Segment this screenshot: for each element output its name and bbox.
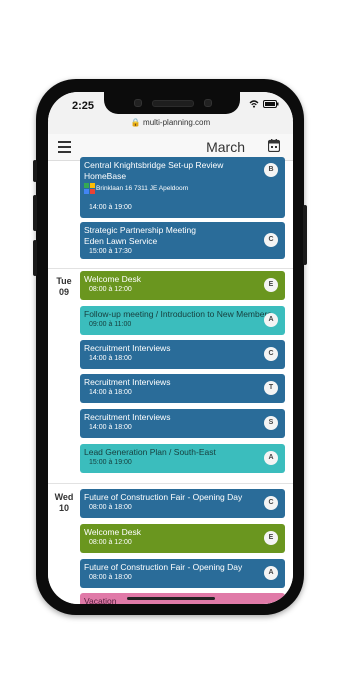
system-icons xyxy=(249,100,279,108)
event-title: Strategic Partnership Meeting xyxy=(84,225,196,235)
day-separator xyxy=(48,483,293,484)
event-title: Recruitment Interviews xyxy=(84,377,171,387)
event-time: 15:00 à 19:00 xyxy=(89,459,132,466)
calendar-icon[interactable] xyxy=(268,139,280,152)
event-time: 08:00 à 18:00 xyxy=(89,504,132,511)
day-date: 10 xyxy=(58,503,69,513)
day-label-wed: Wed 10 xyxy=(52,492,76,514)
wifi-icon xyxy=(249,100,259,108)
event-title: Future of Construction Fair - Opening Da… xyxy=(84,492,243,502)
phone-side-button xyxy=(33,160,37,182)
event-badge: E xyxy=(264,278,278,292)
event-card[interactable]: Central Knightsbridge Set-up Review Home… xyxy=(80,157,285,218)
event-title: Recruitment Interviews xyxy=(84,343,171,353)
hamburger-menu-icon[interactable] xyxy=(58,141,71,153)
event-badge: A xyxy=(264,313,278,327)
event-badge: C xyxy=(264,496,278,510)
speaker-grille xyxy=(152,100,194,107)
agenda-list: Tue 09 Wed 10 Central Knightsbridge Set-… xyxy=(48,157,293,604)
url-text: multi-planning.com xyxy=(143,118,211,127)
event-badge: B xyxy=(264,163,278,177)
event-subtitle: Eden Lawn Service xyxy=(84,236,158,246)
lock-icon: 🔒 xyxy=(130,118,141,127)
event-title: Recruitment Interviews xyxy=(84,412,171,422)
event-badge: A xyxy=(264,451,278,465)
event-time: 14:00 à 18:00 xyxy=(89,424,132,431)
event-card[interactable]: Recruitment Interviews 14:00 à 18:00 S xyxy=(80,409,285,438)
event-badge: A xyxy=(264,566,278,580)
event-badge: C xyxy=(264,347,278,361)
event-badge: T xyxy=(264,381,278,395)
event-location: Brinklaan 16 7311 JE Apeldoorn xyxy=(96,185,189,192)
event-card[interactable]: Follow-up meeting / Introduction to New … xyxy=(80,306,285,335)
event-title: Vacation xyxy=(84,596,117,604)
event-time: 15:00 à 17:30 xyxy=(89,248,132,255)
event-time: 08:00 à 18:00 xyxy=(89,574,132,581)
event-time: 09:00 à 11:00 xyxy=(89,321,132,328)
phone-screen: 2:25 🔒 multi-planning.com March Tue 09 W… xyxy=(48,92,293,604)
front-camera-icon xyxy=(134,99,142,107)
map-pin-icon xyxy=(84,183,95,194)
event-card[interactable]: Strategic Partnership Meeting Eden Lawn … xyxy=(80,222,285,259)
event-title: Welcome Desk xyxy=(84,274,141,284)
event-time: 14:00 à 18:00 xyxy=(89,355,132,362)
event-card[interactable]: Welcome Desk 08:00 à 12:00 E xyxy=(80,524,285,553)
event-card[interactable]: Lead Generation Plan / South-East 15:00 … xyxy=(80,444,285,473)
battery-icon xyxy=(263,100,279,108)
event-subtitle: HomeBase xyxy=(84,171,127,181)
event-title: Central Knightsbridge Set-up Review xyxy=(84,160,224,170)
event-time: 14:00 à 19:00 xyxy=(89,204,132,211)
event-card[interactable]: Recruitment Interviews 14:00 à 18:00 C xyxy=(80,340,285,369)
event-title: Follow-up meeting / Introduction to New … xyxy=(84,309,272,319)
event-title: Welcome Desk xyxy=(84,527,141,537)
status-time: 2:25 xyxy=(72,100,95,112)
event-time: 08:00 à 12:00 xyxy=(89,286,132,293)
event-card[interactable]: Welcome Desk 08:00 à 12:00 E xyxy=(80,271,285,300)
day-separator xyxy=(48,268,293,269)
event-badge: S xyxy=(264,416,278,430)
event-time: 14:00 à 18:00 xyxy=(89,389,132,396)
event-badge: E xyxy=(264,531,278,545)
browser-url-bar[interactable]: 🔒 multi-planning.com xyxy=(48,114,293,132)
day-date: 09 xyxy=(58,287,69,297)
day-weekday: Tue xyxy=(56,276,72,286)
event-card[interactable]: Future of Construction Fair - Opening Da… xyxy=(80,559,285,588)
event-card[interactable]: Future of Construction Fair - Opening Da… xyxy=(80,489,285,518)
phone-power-button xyxy=(303,205,307,265)
phone-volume-down-button xyxy=(33,240,37,276)
event-time: 08:00 à 12:00 xyxy=(89,539,132,546)
sensor-icon xyxy=(204,99,212,107)
event-badge: C xyxy=(264,233,278,247)
phone-volume-up-button xyxy=(33,195,37,231)
month-title: March xyxy=(206,139,245,155)
event-card[interactable]: Recruitment Interviews 14:00 à 18:00 T xyxy=(80,374,285,403)
notch xyxy=(104,92,240,114)
day-weekday: Wed xyxy=(54,492,74,502)
day-label-tue: Tue 09 xyxy=(52,276,76,298)
event-title: Lead Generation Plan / South-East xyxy=(84,447,216,457)
event-title: Future of Construction Fair - Opening Da… xyxy=(84,562,243,572)
home-indicator[interactable] xyxy=(127,597,215,600)
